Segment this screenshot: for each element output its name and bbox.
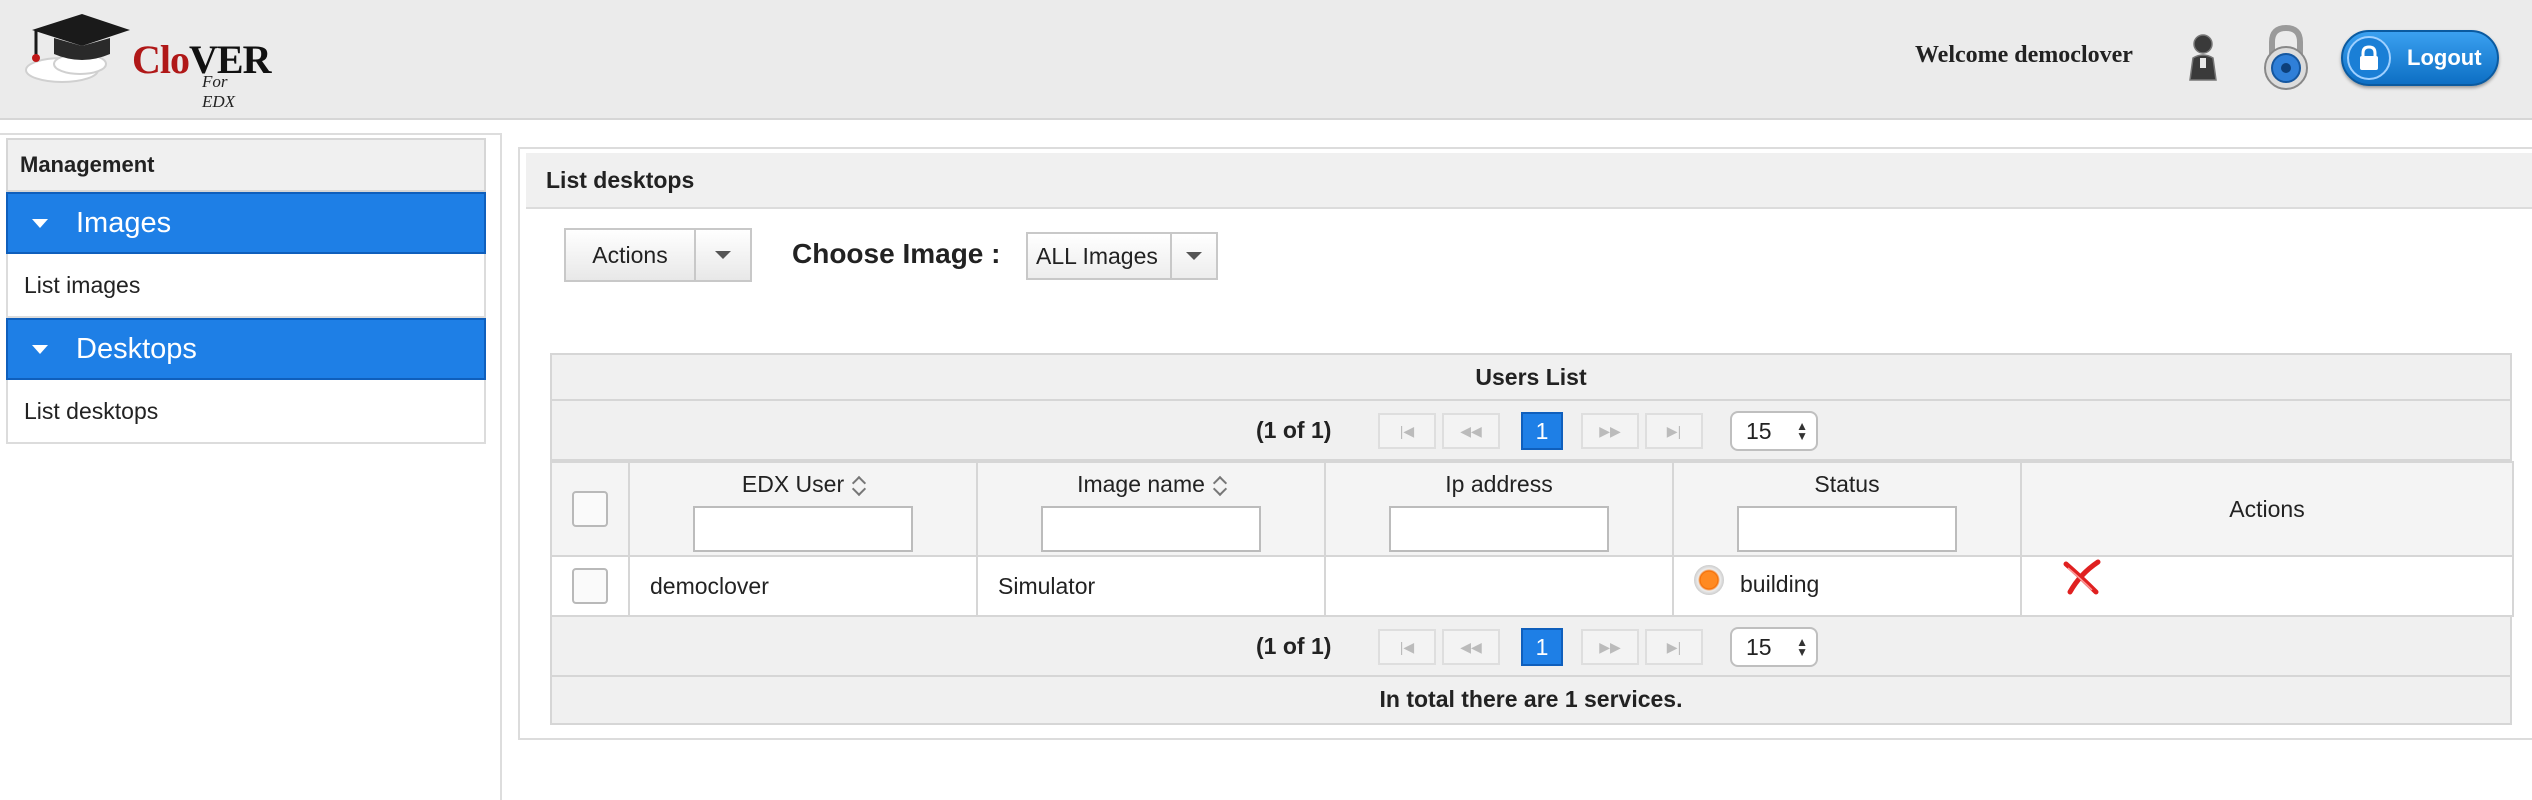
column-header-actions: Actions [2020, 461, 2514, 557]
select-all-cell [550, 461, 630, 557]
logout-label: Logout [2407, 45, 2482, 70]
app-header: CloVER For EDX Welcome democlover Logout [0, 0, 2532, 120]
image-select-toggle[interactable] [1172, 234, 1216, 278]
table-row: democlover Simulator building [550, 555, 2514, 617]
bottom-paginator: (1 of 1) |◀ ◀◀ 1 ▶▶ ▶| 15 ▲ ▼ [550, 617, 2512, 677]
lock-icon [2347, 36, 2391, 80]
column-label: Status [1814, 471, 1880, 497]
choose-image-label: Choose Image : [792, 238, 1001, 269]
sidebar-item-list-images[interactable]: List images [6, 254, 486, 318]
spinner-arrows-icon: ▲ ▼ [1796, 635, 1808, 659]
cell-ip-address [1324, 555, 1674, 617]
status-text: building [1740, 571, 1820, 598]
users-list-grid: Users List (1 of 1) |◀ ◀◀ 1 ▶▶ ▶| 15 ▲ ▼ E… [550, 353, 2514, 725]
select-all-checkbox[interactable] [572, 491, 608, 527]
ip-address-filter-input[interactable] [1389, 506, 1609, 552]
edx-user-filter-input[interactable] [693, 506, 913, 552]
chevron-down-icon [1186, 252, 1202, 260]
total-services-text: In total there are 1 services. [550, 677, 2512, 725]
sidebar-title: Management [6, 138, 486, 192]
status-filter-input[interactable] [1737, 506, 1957, 552]
chevron-down-icon [715, 251, 731, 259]
sort-icon[interactable] [1213, 476, 1225, 496]
clover-logo: CloVER For EDX [22, 8, 271, 111]
sidebar-group-images[interactable]: Images [6, 192, 486, 254]
page-info: (1 of 1) [1256, 633, 1332, 659]
sidebar-group-label: Images [76, 207, 172, 239]
user-profile-icon[interactable] [2186, 32, 2220, 82]
top-paginator: (1 of 1) |◀ ◀◀ 1 ▶▶ ▶| 15 ▲ ▼ [550, 401, 2512, 461]
logo-subtitle: For EDX [202, 72, 236, 111]
prev-page-button[interactable]: ◀◀ [1442, 629, 1500, 665]
row-select-cell [550, 555, 630, 617]
actions-menu-button[interactable]: Actions [564, 228, 752, 282]
graduation-cap-icon [25, 14, 130, 83]
users-table: EDX User Image name Ip address Status Ac… [550, 461, 2514, 617]
grid-title: Users List [550, 353, 2512, 401]
row-checkbox[interactable] [572, 568, 608, 604]
column-header-status: Status [1672, 461, 2022, 557]
collapse-triangle-icon [32, 218, 48, 228]
logout-button[interactable]: Logout [2341, 30, 2499, 86]
column-label: Ip address [1445, 471, 1553, 497]
current-page-button[interactable]: 1 [1521, 628, 1563, 666]
sidebar-group-desktops[interactable]: Desktops [6, 318, 486, 380]
cell-image-name: Simulator [976, 555, 1326, 617]
cell-status: building [1672, 555, 2022, 617]
spinner-arrows-icon: ▲ ▼ [1796, 419, 1808, 443]
panel-title: List desktops [526, 153, 2532, 209]
sort-icon[interactable] [852, 476, 864, 496]
status-building-icon [1694, 565, 1724, 595]
column-header-ip-address: Ip address [1324, 461, 1674, 557]
sidebar-group-label: Desktops [76, 333, 197, 365]
image-name-filter-input[interactable] [1041, 506, 1261, 552]
next-page-button[interactable]: ▶▶ [1581, 413, 1639, 449]
last-page-button[interactable]: ▶| [1645, 413, 1703, 449]
next-page-button[interactable]: ▶▶ [1581, 629, 1639, 665]
first-page-button[interactable]: |◀ [1378, 413, 1436, 449]
sidebar: Management Images List images Desktops L… [6, 138, 486, 444]
actions-dropdown-toggle[interactable] [696, 230, 750, 280]
image-select-value: ALL Images [1028, 234, 1172, 278]
image-select[interactable]: ALL Images [1026, 232, 1218, 280]
rows-per-page-value: 15 [1746, 634, 1772, 660]
last-page-button[interactable]: ▶| [1645, 629, 1703, 665]
cell-actions [2020, 555, 2514, 617]
sidebar-item-list-desktops[interactable]: List desktops [6, 380, 486, 444]
table-header-row: EDX User Image name Ip address Status Ac… [550, 461, 2514, 557]
column-label: Image name [1077, 471, 1205, 497]
padlock-icon[interactable] [2262, 24, 2310, 92]
page-info: (1 of 1) [1256, 417, 1332, 443]
current-page-button[interactable]: 1 [1521, 412, 1563, 450]
cell-edx-user: democlover [628, 555, 978, 617]
rows-per-page-select[interactable]: 15 ▲ ▼ [1730, 411, 1818, 451]
rows-per-page-value: 15 [1746, 418, 1772, 444]
welcome-text: Welcome democlover [1915, 42, 2133, 68]
first-page-button[interactable]: |◀ [1378, 629, 1436, 665]
rows-per-page-select[interactable]: 15 ▲ ▼ [1730, 627, 1818, 667]
column-header-image-name[interactable]: Image name [976, 461, 1326, 557]
collapse-triangle-icon [32, 344, 48, 354]
prev-page-button[interactable]: ◀◀ [1442, 413, 1500, 449]
column-header-edx-user[interactable]: EDX User [628, 461, 978, 557]
column-label: EDX User [741, 471, 845, 497]
actions-label: Actions [566, 230, 696, 280]
delete-icon[interactable] [2062, 558, 2102, 596]
